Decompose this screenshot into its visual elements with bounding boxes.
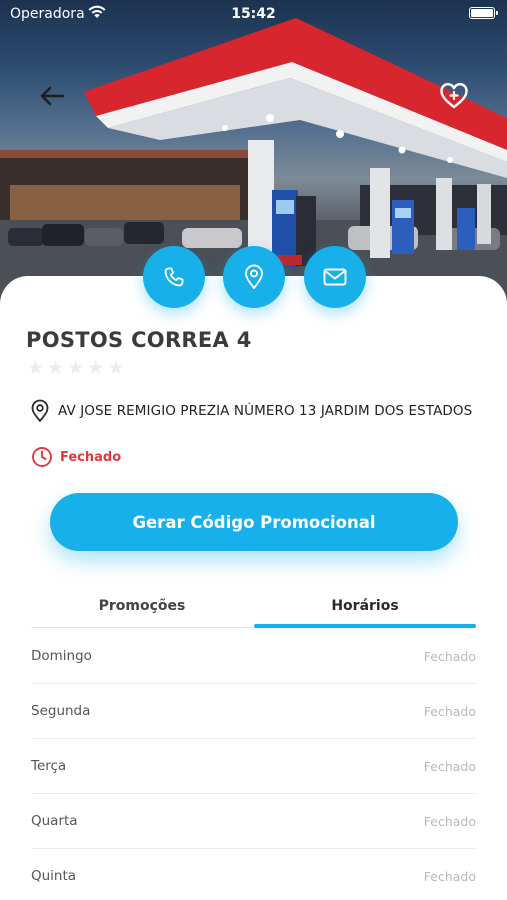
schedule-hours: Fechado <box>423 648 476 664</box>
status-text: Fechado <box>60 449 122 465</box>
schedule-hours: Fechado <box>423 868 476 884</box>
call-button[interactable] <box>143 246 205 308</box>
address-text: AV JOSE REMIGIO PREZIA NÚMERO 13 JARDIM … <box>58 403 473 419</box>
clock: 15:42 <box>231 6 276 22</box>
schedule-day: Domingo <box>31 648 92 664</box>
schedule-row: Terça Fechado <box>31 739 476 794</box>
tab-bar: Promoções Horários <box>31 584 476 628</box>
status-bar: Operadora 15:42 <box>0 0 507 28</box>
schedule-day: Quinta <box>31 868 77 884</box>
tab-promocoes[interactable]: Promoções <box>31 584 253 628</box>
directions-button[interactable] <box>223 246 285 308</box>
star-icon: ★ <box>107 357 125 379</box>
open-status: Fechado <box>31 446 121 468</box>
star-icon: ★ <box>47 357 65 379</box>
mail-icon <box>323 268 347 286</box>
station-name: POSTOS CORREA 4 <box>26 328 252 352</box>
schedule-hours: Fechado <box>423 703 476 719</box>
contact-actions <box>0 246 507 308</box>
phone-icon <box>164 267 184 287</box>
map-pin-icon <box>245 264 263 289</box>
schedule-row: Quinta Fechado <box>31 849 476 900</box>
heart-add-icon <box>440 82 468 109</box>
back-button[interactable] <box>36 80 68 112</box>
active-tab-indicator <box>254 624 476 628</box>
favorite-button[interactable] <box>436 78 472 114</box>
location-pin-icon <box>31 399 49 422</box>
star-icon: ★ <box>27 357 45 379</box>
star-icon: ★ <box>87 357 105 379</box>
schedule-hours: Fechado <box>423 813 476 829</box>
schedule-row: Segunda Fechado <box>31 684 476 739</box>
clock-icon <box>32 447 52 467</box>
schedule-row: Domingo Fechado <box>31 629 476 684</box>
schedule-day: Terça <box>31 758 67 774</box>
address: AV JOSE REMIGIO PREZIA NÚMERO 13 JARDIM … <box>30 399 472 423</box>
battery-icon <box>469 7 498 19</box>
generate-promo-code-button[interactable]: Gerar Código Promocional <box>50 493 458 551</box>
email-button[interactable] <box>304 246 366 308</box>
schedule-list: Domingo Fechado Segunda Fechado Terça Fe… <box>31 629 476 900</box>
schedule-day: Segunda <box>31 703 91 719</box>
schedule-row: Quarta Fechado <box>31 794 476 849</box>
schedule-hours: Fechado <box>423 758 476 774</box>
rating-stars: ★ ★ ★ ★ ★ <box>27 358 124 378</box>
star-icon: ★ <box>67 357 85 379</box>
tab-horarios[interactable]: Horários <box>254 584 476 628</box>
schedule-day: Quarta <box>31 813 78 829</box>
arrow-left-icon <box>40 86 65 106</box>
